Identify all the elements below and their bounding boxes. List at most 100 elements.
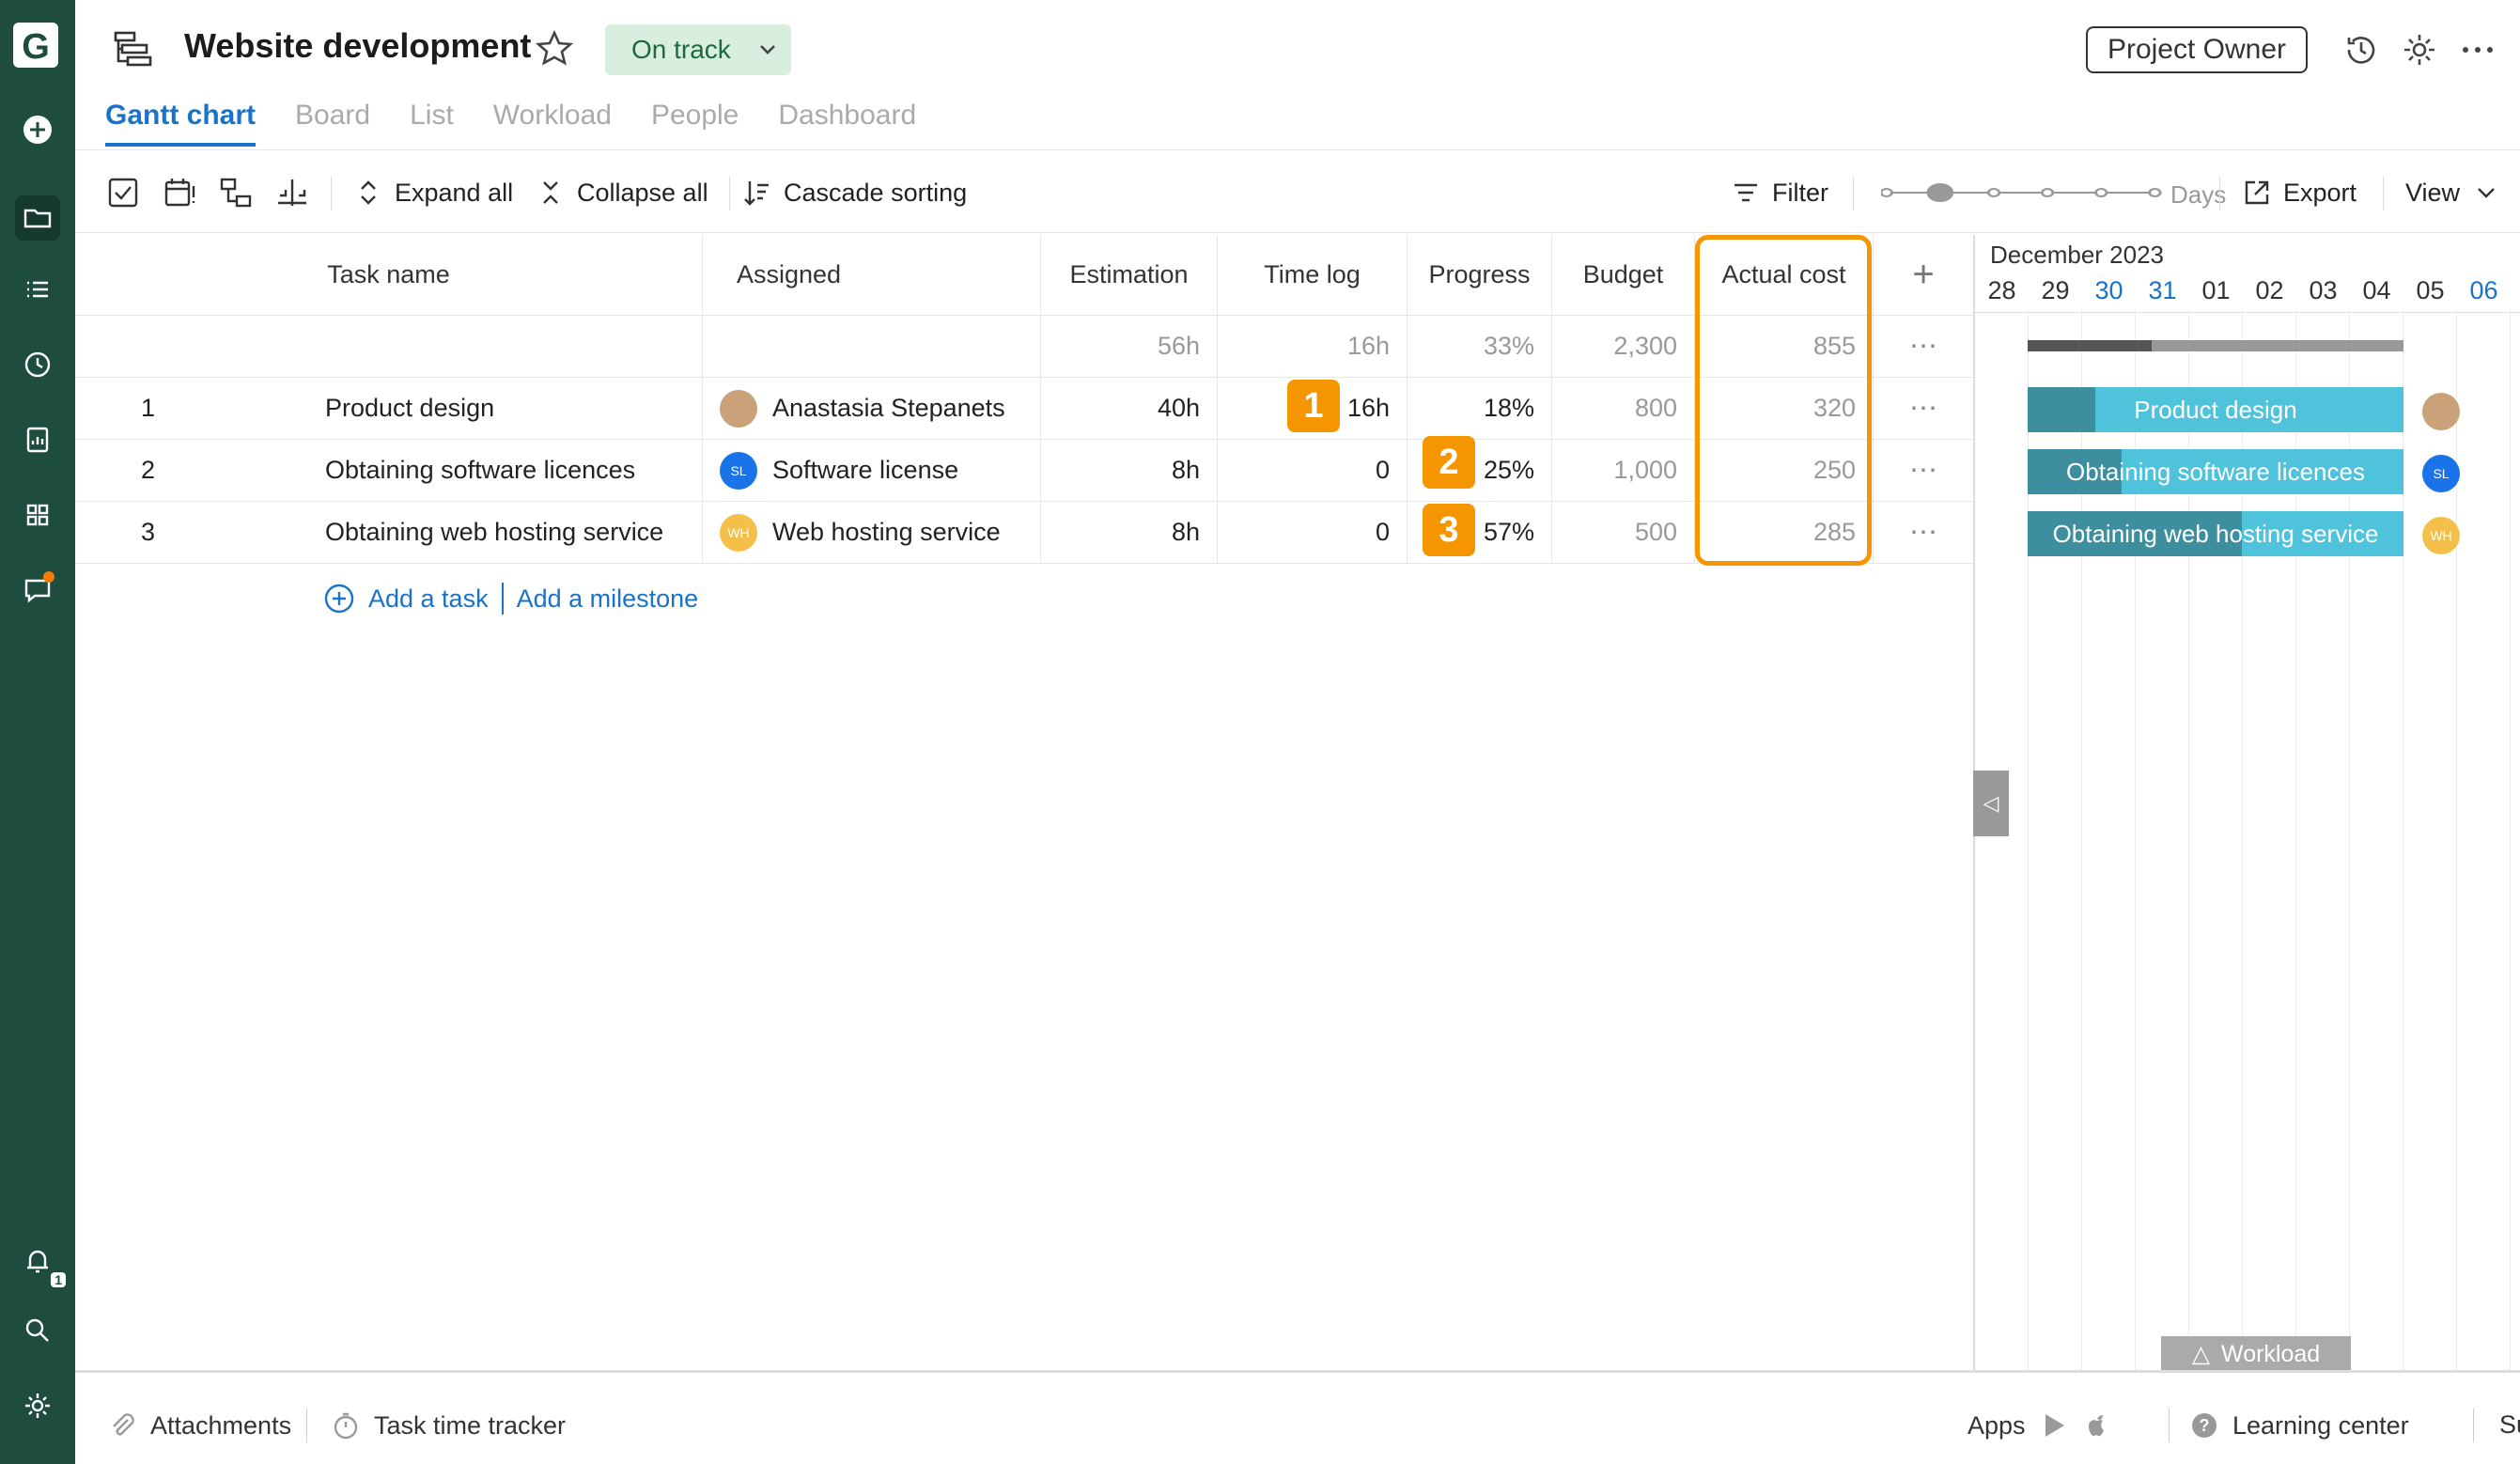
unread-dot — [43, 571, 54, 583]
task-name[interactable]: Obtaining web hosting service — [325, 518, 663, 547]
status-label: On track — [631, 35, 731, 64]
collapse-all-button[interactable]: Collapse all — [536, 173, 708, 212]
column-header-budget[interactable]: Budget — [1552, 235, 1695, 315]
row-menu-icon[interactable]: ⋯ — [1874, 378, 1973, 439]
reports-icon[interactable] — [15, 417, 60, 462]
gantt-task-bar[interactable]: Product design — [2028, 387, 2403, 432]
gantt-task-bar[interactable]: Obtaining software licences — [2028, 449, 2403, 494]
budget-cell[interactable]: 1,000 — [1552, 440, 1695, 501]
tab-dashboard[interactable]: Dashboard — [778, 100, 916, 147]
settings-gear-icon[interactable] — [15, 1383, 60, 1428]
history-icon[interactable] — [2341, 30, 2381, 70]
grid-header-row: Task name Assigned Estimation Time log P… — [75, 235, 1973, 316]
tab-people[interactable]: People — [651, 100, 739, 147]
dependencies-icon[interactable] — [218, 175, 254, 210]
apps-grid-icon[interactable] — [15, 492, 60, 537]
apple-icon[interactable] — [2082, 1410, 2112, 1441]
row-menu-icon[interactable]: ⋯ — [1874, 316, 1973, 377]
table-row[interactable]: 2 Obtaining software licences SL Softwar… — [75, 440, 1973, 502]
search-icon[interactable] — [15, 1308, 60, 1353]
zoom-level-label: Days — [2170, 180, 2227, 209]
project-summary-bar[interactable] — [2028, 340, 2403, 351]
time-log-cell[interactable]: 0 — [1218, 502, 1408, 563]
support-link[interactable]: Support — [2424, 1410, 2520, 1440]
tab-gantt-chart[interactable]: Gantt chart — [105, 100, 257, 147]
favorite-star-icon[interactable] — [534, 28, 575, 70]
timeline-day: 05 — [2416, 276, 2445, 304]
task-name[interactable]: Obtaining software licences — [325, 456, 635, 485]
critical-path-icon[interactable] — [162, 175, 197, 210]
progress-cell[interactable]: 18% — [1408, 378, 1552, 439]
budget-cell[interactable]: 800 — [1552, 378, 1695, 439]
time-clock-icon[interactable] — [15, 342, 60, 387]
zoom-slider[interactable] — [1881, 180, 2163, 205]
sidebar: G 1 — [0, 0, 75, 1464]
svg-text:G: G — [22, 27, 50, 67]
cascade-sorting-button[interactable]: Cascade sorting — [742, 173, 967, 212]
sort-icon — [744, 181, 769, 206]
projects-folder-icon[interactable] — [15, 195, 60, 241]
timeline-day: 03 — [2309, 276, 2338, 304]
task-time-tracker-button[interactable]: Task time tracker — [331, 1410, 566, 1441]
filter-icon — [1734, 183, 1757, 202]
stopwatch-icon — [334, 1412, 358, 1440]
baseline-icon[interactable] — [274, 175, 310, 210]
row-number: 1 — [141, 394, 156, 422]
app-logo[interactable]: G — [11, 21, 60, 70]
expand-all-button[interactable]: Expand all — [353, 173, 513, 212]
table-row[interactable]: 3 Obtaining web hosting service WH Web h… — [75, 502, 1973, 564]
view-dropdown[interactable]: View — [2405, 173, 2501, 212]
apps-link[interactable]: Apps — [1968, 1410, 2112, 1441]
column-header-estimation[interactable]: Estimation — [1041, 235, 1218, 315]
avatar: SL — [720, 451, 757, 490]
filter-button[interactable]: Filter — [1731, 173, 1828, 212]
column-header-progress[interactable]: Progress — [1408, 235, 1552, 315]
gantt-task-bar[interactable]: Obtaining web hosting service — [2028, 511, 2403, 556]
budget-cell[interactable]: 500 — [1552, 502, 1695, 563]
attachments-button[interactable]: Attachments — [107, 1410, 291, 1441]
time-log-cell[interactable]: 0 — [1218, 440, 1408, 501]
column-header-assigned[interactable]: Assigned — [703, 235, 1041, 315]
more-options-icon[interactable] — [2458, 30, 2497, 70]
chevron-up-icon: △ — [2191, 1341, 2211, 1367]
google-play-icon[interactable] — [2039, 1410, 2069, 1441]
assignee-name[interactable]: Web hosting service — [772, 518, 1001, 547]
select-checkbox-icon[interactable] — [105, 175, 141, 210]
learning-center-link[interactable]: ? Learning center — [2163, 1410, 2409, 1441]
assignee-name[interactable]: Anastasia Stepanets — [772, 394, 1005, 423]
estimation-cell[interactable]: 8h — [1041, 502, 1218, 563]
chevron-down-icon — [760, 45, 775, 55]
export-button[interactable]: Export — [2242, 173, 2357, 212]
add-milestone-link[interactable]: Add a milestone — [517, 584, 699, 614]
tab-list[interactable]: List — [410, 100, 454, 147]
project-header: Website development On track Project Own… — [75, 0, 2520, 150]
collapse-panel-toggle[interactable]: ◁ — [1973, 771, 2009, 836]
estimation-cell[interactable]: 40h — [1041, 378, 1218, 439]
workload-panel-tab[interactable]: △ Workload — [2161, 1336, 2351, 1372]
timeline-day-weekend: 31 — [2148, 276, 2177, 304]
notifications-bell-icon[interactable]: 1 — [15, 1238, 66, 1287]
list-icon[interactable] — [15, 267, 60, 312]
project-owner-button[interactable]: Project Owner — [2086, 26, 2308, 73]
tab-board[interactable]: Board — [295, 100, 370, 147]
add-circle-icon[interactable] — [323, 583, 355, 615]
column-header-time-log[interactable]: Time log — [1218, 235, 1408, 315]
row-menu-icon[interactable]: ⋯ — [1874, 502, 1973, 563]
task-name[interactable]: Product design — [325, 394, 494, 423]
tab-workload[interactable]: Workload — [493, 100, 612, 147]
project-status-dropdown[interactable]: On track — [605, 24, 791, 75]
timeline-day: 28 — [1987, 276, 2016, 304]
gantt-toolbar: Expand all Collapse all Cascade sorting … — [75, 154, 2520, 233]
chat-icon[interactable] — [15, 568, 60, 613]
project-settings-gear-icon[interactable] — [2400, 30, 2439, 70]
add-task-link[interactable]: Add a task — [368, 584, 489, 614]
column-header-task-name[interactable]: Task name — [75, 235, 703, 315]
row-menu-icon[interactable]: ⋯ — [1874, 440, 1973, 501]
callout-badge: 1 — [1287, 380, 1340, 432]
create-new-icon[interactable] — [15, 107, 60, 152]
add-column-icon[interactable]: + — [1874, 235, 1973, 315]
table-row[interactable]: 1 Product design Anastasia Stepanets 40h… — [75, 378, 1973, 440]
estimation-cell[interactable]: 8h — [1041, 440, 1218, 501]
export-icon — [2245, 180, 2269, 205]
assignee-name[interactable]: Software license — [772, 456, 958, 485]
